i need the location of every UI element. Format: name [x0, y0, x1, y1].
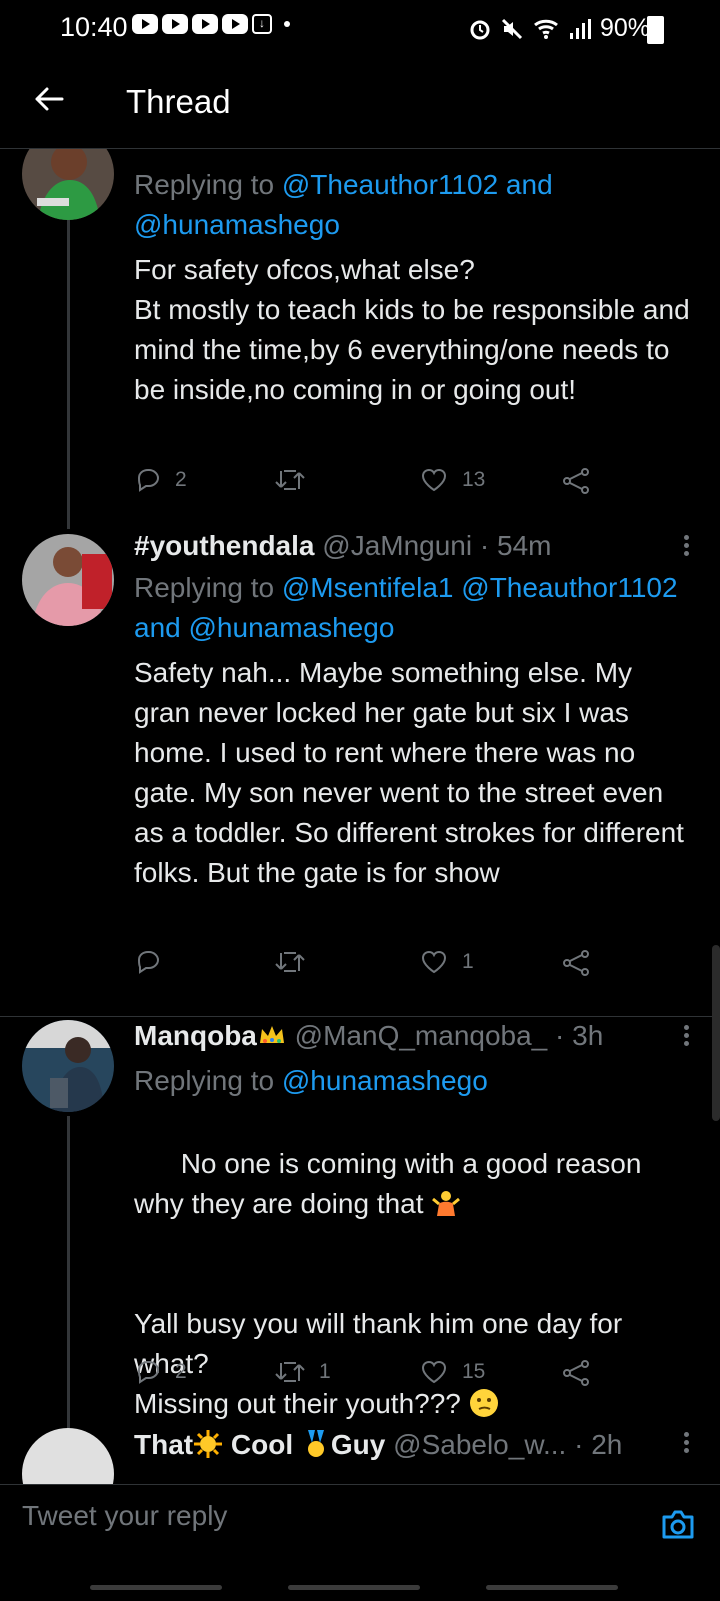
confused-face-emoji [469, 1389, 498, 1417]
retweet-icon [275, 1362, 305, 1382]
share-button[interactable] [561, 948, 591, 978]
tweet-time: · 2h [574, 1429, 623, 1460]
reply-input[interactable]: Tweet your reply [22, 1500, 227, 1532]
more-options-icon[interactable] [682, 532, 690, 560]
replying-to: Replying to @Theauthor1102 and @hunamash… [134, 169, 553, 240]
tweet[interactable]: #youthendala @JaMnguni · 54m Replying to… [0, 528, 720, 998]
like-button[interactable]: 13 [419, 466, 485, 494]
thread-connector [67, 220, 70, 529]
avatar[interactable] [22, 1428, 114, 1484]
replying-to: Replying to @Msentifela1 @Theauthor1102 … [134, 572, 678, 643]
tweet-actions: 2 13 [134, 466, 604, 496]
tweet-text: Safety nah... Maybe something else. My g… [134, 657, 692, 888]
more-options-icon[interactable] [682, 1429, 690, 1457]
avatar[interactable] [22, 148, 114, 220]
download-icon: ↓ [252, 14, 272, 34]
reply-icon [137, 1361, 160, 1384]
mute-icon [501, 18, 523, 39]
battery-charging-icon [647, 16, 664, 44]
reply-button[interactable]: 2 [134, 1358, 187, 1386]
back-arrow-icon[interactable] [32, 82, 66, 116]
share-icon [563, 468, 589, 494]
retweet-icon [275, 470, 305, 490]
heart-icon [421, 1360, 447, 1384]
tweet-time: · 54m [479, 530, 552, 561]
share-icon [563, 1360, 589, 1386]
tweet-text: For safety ofcos,what else? Bt mostly to… [134, 254, 690, 405]
heart-icon [421, 950, 447, 974]
tweet-divider [0, 1016, 720, 1017]
youtube-icon [162, 14, 188, 34]
retweet-button[interactable]: 1 [274, 1358, 331, 1386]
tweet-time: · 3h [555, 1020, 604, 1051]
battery-level: 90% [599, 14, 650, 42]
retweet-button[interactable] [274, 466, 306, 494]
page-title: Thread [126, 83, 231, 120]
tweet-actions: 2 1 15 [134, 1358, 604, 1388]
heart-icon [421, 468, 447, 492]
navigation-handle [486, 1585, 618, 1590]
crown-emoji [259, 1026, 284, 1043]
thread-connector [67, 1116, 70, 1436]
tweet[interactable]: Replying to @Theauthor1102 and @hunamash… [0, 148, 720, 529]
reply-icon [137, 469, 160, 492]
status-icons: 90% [468, 14, 650, 43]
tweet-actions: 1 [134, 948, 604, 978]
notification-dot [284, 21, 290, 27]
app-header: Thread [0, 56, 720, 149]
status-bar: 10:40 ↓ 90% [0, 0, 720, 56]
reply-composer: Tweet your reply [0, 1484, 720, 1601]
thread-timeline[interactable]: Replying to @Theauthor1102 and @hunamash… [0, 148, 720, 1484]
navigation-handle [90, 1585, 222, 1590]
youtube-icon [192, 14, 218, 34]
status-notifications: ↓ [132, 14, 290, 34]
retweet-icon [275, 952, 305, 972]
author-handle[interactable]: @Sabelo_w... [393, 1429, 566, 1460]
share-icon [563, 950, 589, 976]
navigation-handle [288, 1585, 420, 1590]
tweet-header: That Cool Guy @Sabelo_w... · 2h [134, 1429, 622, 1461]
alarm-icon [470, 20, 490, 39]
reply-button[interactable] [134, 948, 175, 976]
youtube-icon [132, 14, 158, 34]
like-button[interactable]: 1 [419, 948, 474, 976]
wifi-icon [533, 19, 558, 39]
reply-button[interactable]: 2 [134, 466, 187, 494]
scrollbar-thumb[interactable] [712, 945, 720, 1121]
more-options-icon[interactable] [682, 1022, 690, 1050]
share-button[interactable] [561, 1358, 591, 1388]
reply-icon [137, 951, 160, 974]
youtube-icon [222, 14, 248, 34]
status-time: 10:40 [60, 12, 128, 42]
author-handle[interactable]: @ManQ_manqoba_ [295, 1020, 548, 1051]
camera-icon[interactable] [658, 1505, 698, 1545]
tweet-header: Manqoba @ManQ_manqoba_ · 3h [134, 1020, 603, 1052]
retweet-button[interactable] [274, 948, 306, 976]
avatar[interactable] [22, 1020, 114, 1112]
person-shrugging-emoji [432, 1191, 461, 1216]
like-button[interactable]: 15 [419, 1358, 485, 1386]
replying-to: Replying to @hunamashego [134, 1065, 488, 1096]
author-name[interactable]: That Cool Guy [134, 1429, 385, 1460]
mention-link[interactable]: @hunamashego [282, 1065, 488, 1096]
avatar[interactable] [22, 534, 114, 626]
author-handle[interactable]: @JaMnguni [322, 530, 472, 561]
tweet-text: No one is coming with a good reason why … [134, 1148, 650, 1419]
tweet-header: #youthendala @JaMnguni · 54m [134, 530, 551, 562]
signal-icon [569, 18, 591, 39]
author-name[interactable]: Manqoba [134, 1020, 257, 1051]
author-name[interactable]: #youthendala [134, 530, 314, 561]
sun-emoji [194, 1430, 223, 1458]
share-button[interactable] [561, 466, 591, 496]
tweet[interactable]: That Cool Guy @Sabelo_w... · 2h [0, 1425, 720, 1484]
medal-emoji [307, 1430, 324, 1457]
